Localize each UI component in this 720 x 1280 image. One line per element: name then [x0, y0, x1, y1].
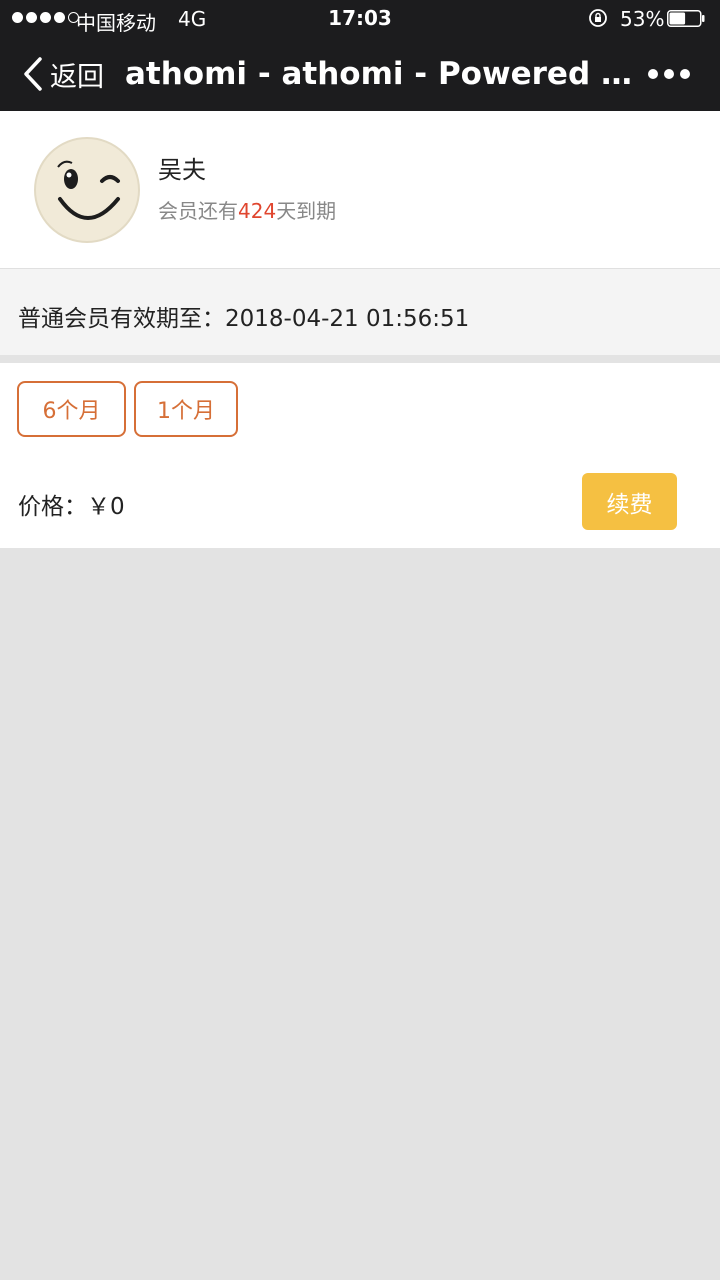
validity-section: 普通会员有效期至：2018-04-21 01:56:51 — [0, 269, 720, 363]
signal-strength-icon — [12, 12, 79, 23]
more-dot-icon — [680, 69, 690, 79]
battery-icon — [667, 10, 705, 27]
validity-text: 普通会员有效期至：2018-04-21 01:56:51 — [18, 299, 469, 333]
chevron-left-icon — [24, 57, 42, 91]
price: 价格：￥0 — [18, 487, 125, 521]
signal-dot — [54, 12, 65, 23]
nav-bar: 返回 athomi - athomi - Powered by W... — [0, 36, 720, 111]
plan-section: 6个月 1个月 价格：￥0 续费 — [0, 363, 720, 548]
plan-1-month-button[interactable]: 1个月 — [134, 381, 238, 437]
plan-6-months-button[interactable]: 6个月 — [17, 381, 126, 437]
expiry-suffix: 天到期 — [276, 199, 337, 223]
carrier-name: 中国移动 — [76, 11, 156, 35]
back-label: 返回 — [50, 61, 104, 93]
more-dot-icon — [648, 69, 658, 79]
member-profile: 吴夫 会员还有424天到期 — [0, 111, 720, 269]
signal-dot — [12, 12, 23, 23]
more-options-button[interactable] — [648, 64, 692, 84]
expiry-prefix: 会员还有 — [158, 199, 238, 223]
more-dot-icon — [664, 69, 674, 79]
rotation-lock-icon — [589, 9, 607, 27]
signal-dot — [40, 12, 51, 23]
price-label: 价格： — [18, 494, 87, 520]
status-bar: 中国移动 4G 17:03 53% — [0, 0, 720, 36]
battery-percent: 53% — [620, 7, 665, 31]
validity-date: 2018-04-21 01:56:51 — [225, 306, 470, 332]
renew-button[interactable]: 续费 — [582, 473, 677, 530]
member-name: 吴夫 — [158, 156, 206, 184]
expiry-days: 424 — [238, 199, 277, 223]
validity-label: 普通会员有效期至： — [18, 306, 225, 332]
network-type: 4G — [178, 7, 207, 31]
signal-dot — [26, 12, 37, 23]
back-button[interactable]: 返回 — [22, 54, 104, 94]
membership-expiry: 会员还有424天到期 — [158, 195, 336, 224]
page-title: athomi - athomi - Powered by W... — [125, 56, 635, 92]
avatar — [34, 137, 140, 243]
price-value: ￥0 — [87, 494, 125, 520]
